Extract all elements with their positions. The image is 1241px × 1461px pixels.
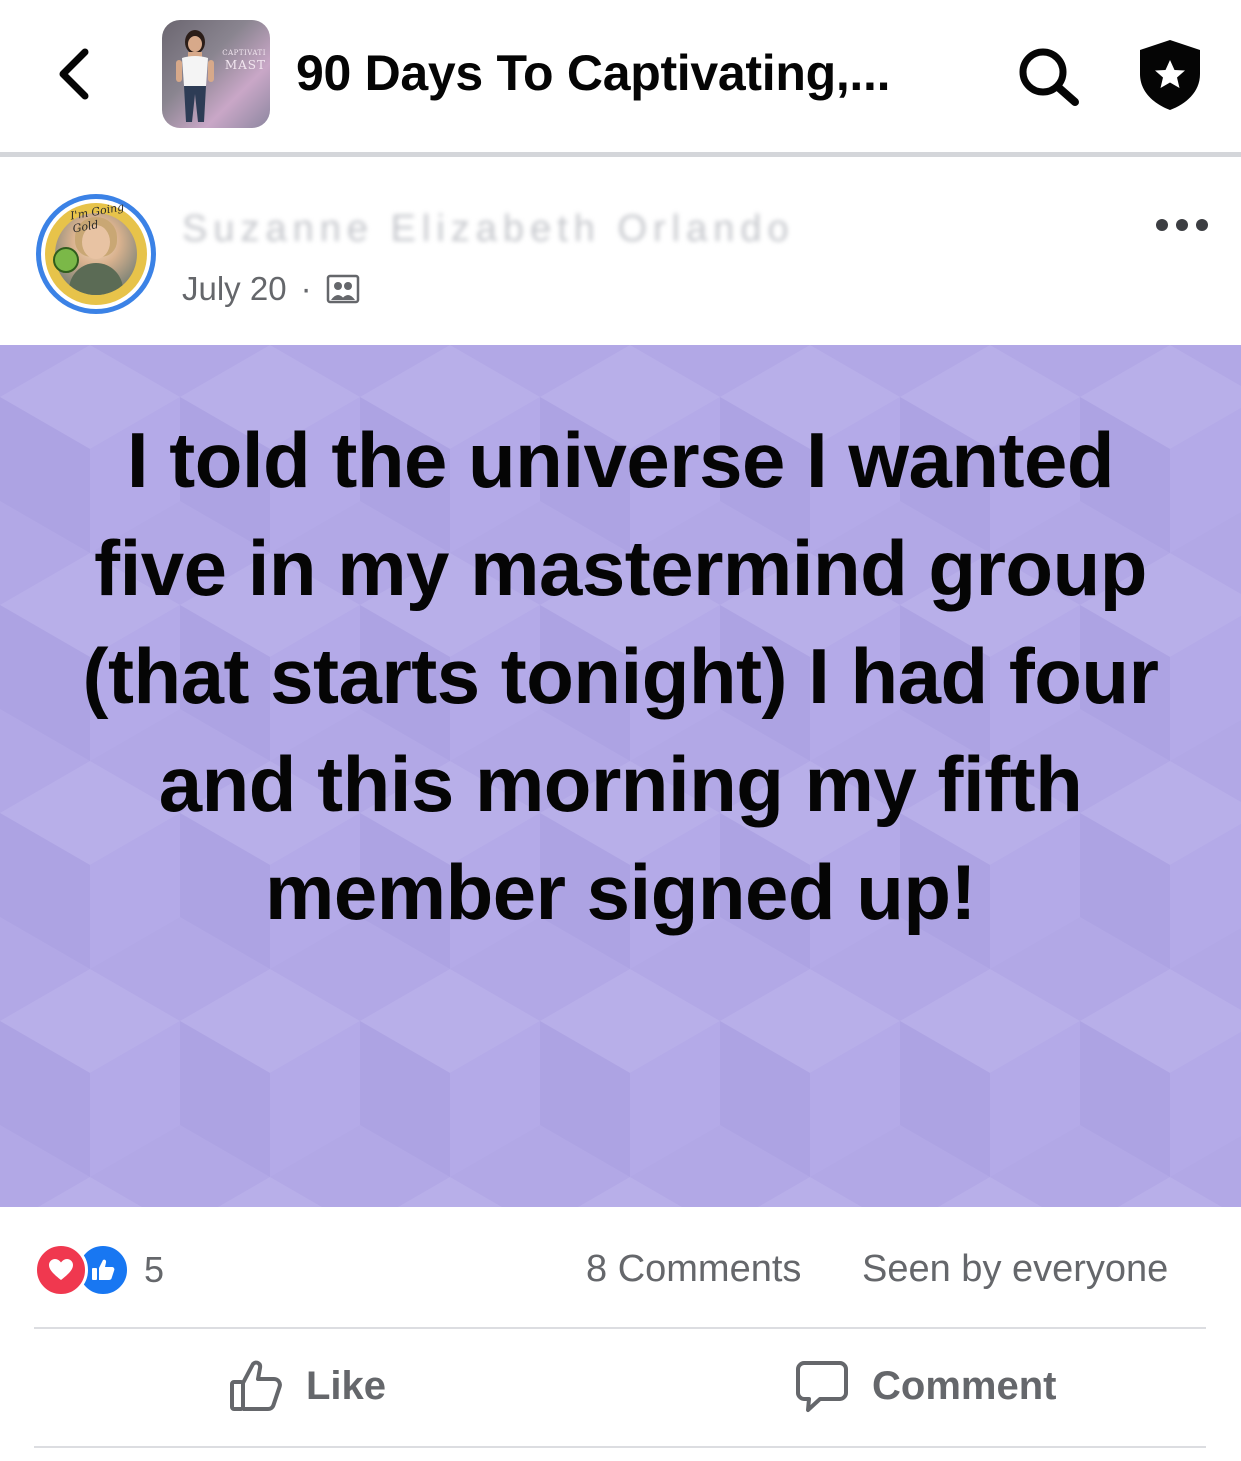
chevron-left-icon bbox=[59, 48, 89, 100]
author-avatar[interactable]: I'm Going Gold bbox=[36, 194, 156, 314]
post-text: I told the universe I wanted five in my … bbox=[82, 416, 1159, 936]
admin-tools-button[interactable] bbox=[1136, 38, 1204, 112]
group-thumbnail[interactable]: CAPTIVATI MAST bbox=[162, 20, 270, 128]
search-icon bbox=[1019, 48, 1079, 106]
top-bar: CAPTIVATI MAST 90 Days To Captivating,..… bbox=[0, 0, 1241, 152]
post-date[interactable]: July 20 bbox=[182, 270, 287, 308]
like-button[interactable]: Like bbox=[228, 1358, 386, 1414]
author-name[interactable]: Suzanne Elizabeth Orlando bbox=[182, 208, 795, 251]
back-button[interactable] bbox=[48, 44, 98, 104]
group-members-icon bbox=[326, 274, 359, 304]
search-button[interactable] bbox=[1015, 44, 1083, 108]
comment-bubble-icon bbox=[796, 1361, 848, 1412]
post-meta: July 20 · bbox=[182, 270, 360, 308]
post-options-button[interactable] bbox=[1156, 210, 1208, 240]
divider bbox=[34, 1446, 1206, 1448]
group-thumbnail-text: MAST bbox=[224, 58, 266, 73]
love-reaction-icon bbox=[34, 1243, 88, 1297]
shield-star-icon bbox=[1140, 40, 1200, 110]
thumbs-up-icon bbox=[230, 1360, 282, 1411]
group-thumbnail-text: CAPTIVATI bbox=[222, 49, 266, 57]
avatar-badge-icon bbox=[53, 247, 79, 273]
group-thumbnail-person-image bbox=[176, 30, 214, 122]
reaction-count: 5 bbox=[144, 1249, 165, 1290]
group-title[interactable]: 90 Days To Captivating,... bbox=[296, 44, 891, 102]
reactions-summary[interactable]: 5 bbox=[34, 1243, 165, 1297]
seen-by-link[interactable]: Seen by everyone bbox=[862, 1248, 1168, 1291]
comment-label: Comment bbox=[872, 1363, 1057, 1408]
meta-separator: · bbox=[300, 270, 312, 307]
comments-count-link[interactable]: 8 Comments bbox=[586, 1248, 801, 1291]
comment-button[interactable]: Comment bbox=[794, 1358, 1056, 1414]
header-divider bbox=[0, 152, 1241, 157]
divider bbox=[34, 1327, 1206, 1329]
like-label: Like bbox=[306, 1363, 387, 1408]
more-dots-icon bbox=[1156, 219, 1168, 231]
